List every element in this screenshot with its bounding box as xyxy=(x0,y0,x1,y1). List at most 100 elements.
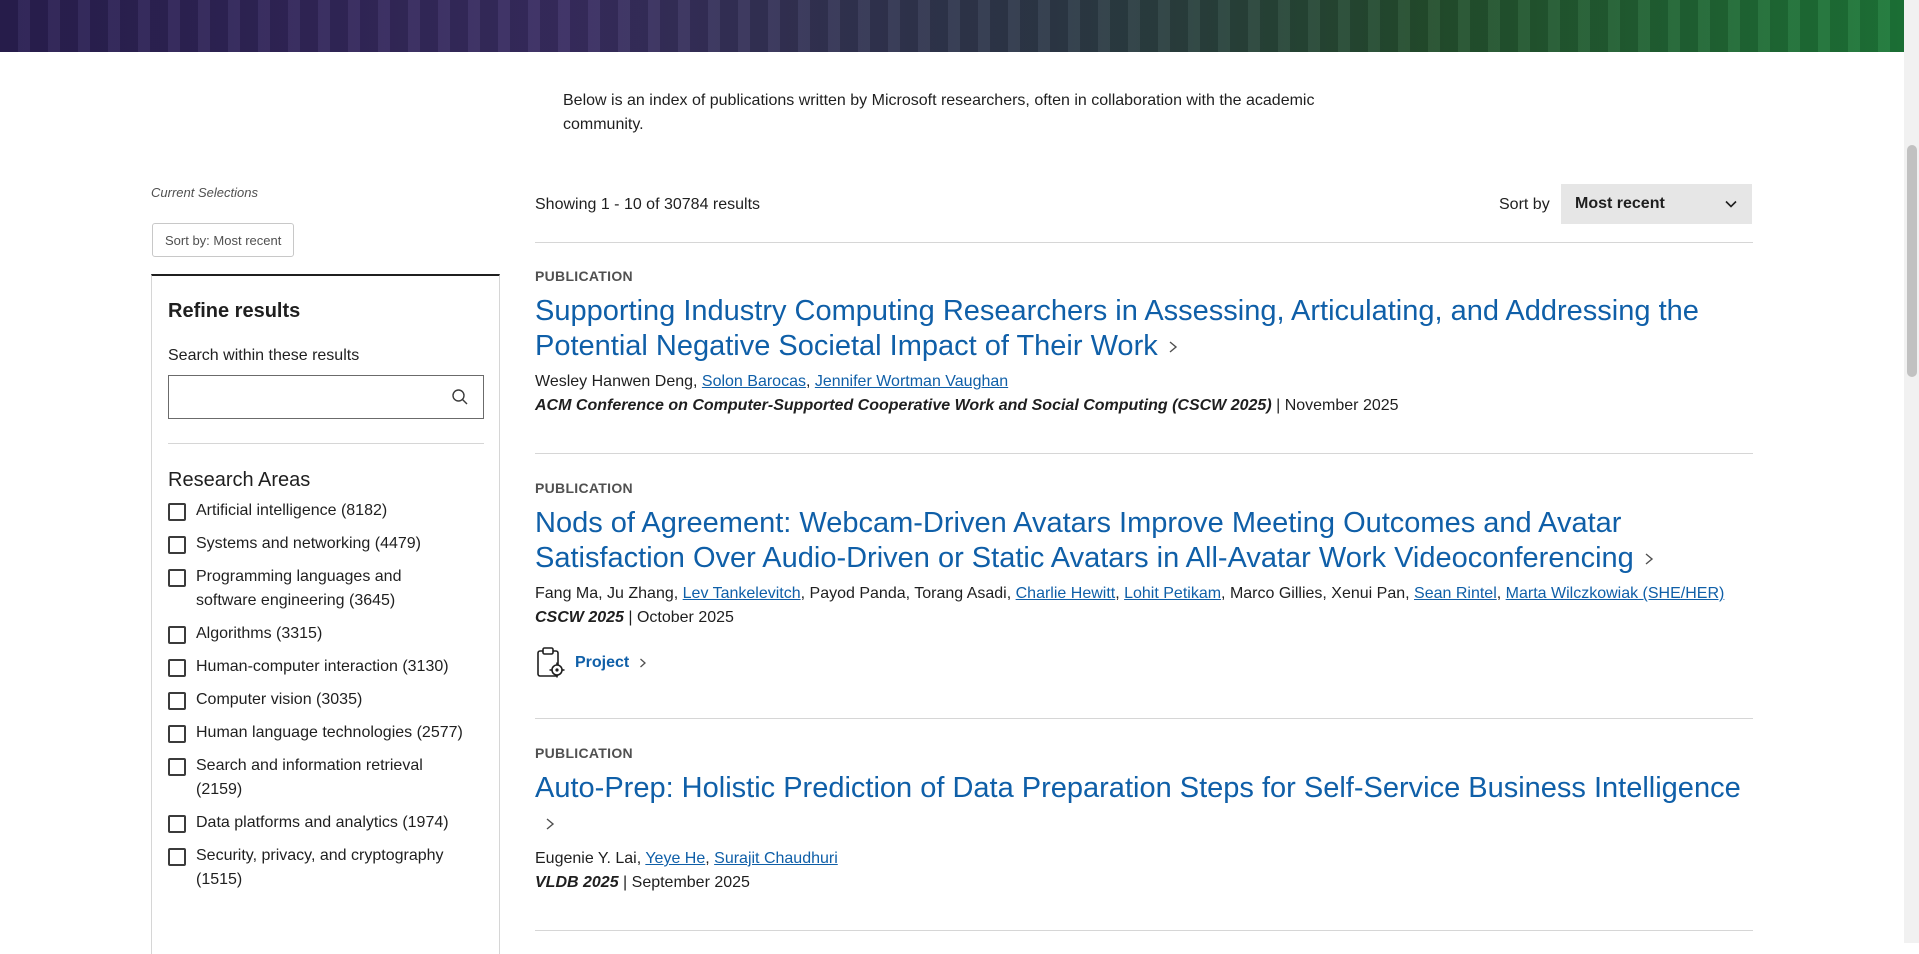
intro-line-1: Below is an index of publications writte… xyxy=(563,92,1315,109)
author-name: Marco Gillies xyxy=(1229,585,1323,602)
research-area-label[interactable]: Human-computer interaction (3130) xyxy=(196,655,466,679)
author-link[interactable]: Yeye He xyxy=(645,850,705,867)
search-within-box xyxy=(168,375,484,419)
checkbox[interactable] xyxy=(168,725,186,743)
publication-venue: CSCW 2025 xyxy=(535,609,624,626)
research-area-label[interactable]: Programming languages and software engin… xyxy=(196,565,466,613)
author-link[interactable]: Solon Barocas xyxy=(702,373,806,390)
author-link[interactable]: Surajit Chaudhuri xyxy=(714,850,838,867)
research-areas-title: Research Areas xyxy=(168,469,311,491)
publication-date: September 2025 xyxy=(631,874,750,891)
research-area-label[interactable]: Artificial intelligence (8182) xyxy=(196,499,466,523)
publication-title-link[interactable]: Auto-Prep: Holistic Prediction of Data P… xyxy=(535,771,1753,841)
project-clipboard-icon xyxy=(537,647,565,678)
publication-venue: ACM Conference on Computer-Supported Coo… xyxy=(535,397,1272,414)
publication-item: PUBLICATION Nods of Agreement: Webcam-Dr… xyxy=(535,480,1753,719)
research-areas-list: Artificial intelligence (8182) Systems an… xyxy=(168,502,483,892)
checkbox[interactable] xyxy=(168,848,186,866)
publication-title[interactable]: Supporting Industry Computing Researcher… xyxy=(535,295,1699,362)
publication-venue: VLDB 2025 xyxy=(535,874,619,891)
refine-results-panel: Refine results Search within these resul… xyxy=(151,274,500,954)
research-area-filter[interactable]: Algorithms (3315) xyxy=(168,625,483,646)
chevron-right-icon xyxy=(546,818,555,830)
panel-divider xyxy=(168,443,484,444)
research-area-filter[interactable]: Data platforms and analytics (1974) xyxy=(168,814,483,835)
publication-type: PUBLICATION xyxy=(535,268,633,284)
research-area-filter[interactable]: Programming languages and software engin… xyxy=(168,568,483,613)
checkbox[interactable] xyxy=(168,569,186,587)
current-selections-label: Current Selections xyxy=(151,185,258,200)
author-name: Torang Asadi xyxy=(914,585,1007,602)
publication-item: PUBLICATION Supporting Industry Computin… xyxy=(535,268,1753,454)
results-header: Showing 1 - 10 of 30784 results Sort by … xyxy=(535,184,1753,243)
checkbox[interactable] xyxy=(168,503,186,521)
research-area-filter[interactable]: Artificial intelligence (8182) xyxy=(168,502,483,523)
page-scrollbar[interactable] xyxy=(1904,0,1919,943)
publication-venue-line: CSCW 2025 | October 2025 xyxy=(535,609,734,626)
research-area-filter[interactable]: Human language technologies (2577) xyxy=(168,724,483,745)
research-area-label[interactable]: Human language technologies (2577) xyxy=(196,721,466,745)
publication-title[interactable]: Nods of Agreement: Webcam-Driven Avatars… xyxy=(535,507,1634,574)
author-link[interactable]: Sean Rintel xyxy=(1414,585,1497,602)
checkbox[interactable] xyxy=(168,659,186,677)
publication-authors: Fang Ma, Ju Zhang, Lev Tankelevitch, Pay… xyxy=(535,585,1725,602)
intro-text: Below is an index of publications writte… xyxy=(563,89,1363,137)
checkbox[interactable] xyxy=(168,626,186,644)
sort-selection-chip[interactable]: Sort by: Most recent xyxy=(152,223,295,257)
research-area-filter[interactable]: Computer vision (3035) xyxy=(168,691,483,712)
research-area-filter[interactable]: Security, privacy, and cryptography (151… xyxy=(168,847,483,892)
author-link[interactable]: Jennifer Wortman Vaughan xyxy=(815,373,1008,390)
search-icon[interactable] xyxy=(451,388,469,406)
checkbox[interactable] xyxy=(168,815,186,833)
author-name: Eugenie Y. Lai xyxy=(535,850,637,867)
author-name: Fang Ma xyxy=(535,585,599,602)
results-count: Showing 1 - 10 of 30784 results xyxy=(535,196,761,213)
publication-date: November 2025 xyxy=(1284,397,1399,414)
author-name: Wesley Hanwen Deng xyxy=(535,373,694,390)
intro-line-2: community. xyxy=(563,116,644,133)
checkbox[interactable] xyxy=(168,536,186,554)
publication-item: PUBLICATION Auto-Prep: Holistic Predicti… xyxy=(535,745,1753,931)
research-area-filter[interactable]: Human-computer interaction (3130) xyxy=(168,658,483,679)
sort-by-select[interactable]: Most recent xyxy=(1561,184,1752,224)
publication-title-link[interactable]: Nods of Agreement: Webcam-Driven Avatars… xyxy=(535,506,1753,576)
sort-by-label: Sort by xyxy=(1499,196,1550,213)
research-area-filter[interactable]: Search and information retrieval (2159) xyxy=(168,757,483,802)
chevron-right-icon xyxy=(1169,341,1177,353)
publication-venue-line: VLDB 2025 | September 2025 xyxy=(535,874,750,891)
research-area-label[interactable]: Security, privacy, and cryptography (151… xyxy=(196,844,466,892)
publication-type: PUBLICATION xyxy=(535,480,633,496)
research-area-label[interactable]: Data platforms and analytics (1974) xyxy=(196,811,466,835)
research-area-label[interactable]: Systems and networking (4479) xyxy=(196,532,466,556)
author-name: Payod Panda xyxy=(809,585,906,602)
search-within-input[interactable] xyxy=(169,376,459,416)
checkbox[interactable] xyxy=(168,758,186,776)
author-link[interactable]: Charlie Hewitt xyxy=(1016,585,1116,602)
author-name: Xenui Pan xyxy=(1331,585,1406,602)
author-link[interactable]: Lohit Petikam xyxy=(1124,585,1221,602)
author-link[interactable]: Lev Tankelevitch xyxy=(683,585,801,602)
checkbox[interactable] xyxy=(168,692,186,710)
research-area-label[interactable]: Search and information retrieval (2159) xyxy=(196,754,466,802)
publication-type: PUBLICATION xyxy=(535,745,633,761)
publication-title[interactable]: Auto-Prep: Holistic Prediction of Data P… xyxy=(535,772,1741,804)
chevron-right-icon xyxy=(1645,553,1653,565)
scrollbar-thumb[interactable] xyxy=(1907,145,1917,377)
research-area-filter[interactable]: Systems and networking (4479) xyxy=(168,535,483,556)
sort-by-value: Most recent xyxy=(1575,195,1665,212)
chevron-down-icon xyxy=(1725,200,1737,208)
research-area-label[interactable]: Computer vision (3035) xyxy=(196,688,466,712)
research-area-label[interactable]: Algorithms (3315) xyxy=(196,622,466,646)
refine-results-title: Refine results xyxy=(168,300,301,322)
publication-venue-line: ACM Conference on Computer-Supported Coo… xyxy=(535,397,1399,414)
publication-authors: Wesley Hanwen Deng, Solon Barocas, Jenni… xyxy=(535,373,1009,390)
hero-banner-image xyxy=(0,0,1904,52)
publication-authors: Eugenie Y. Lai, Yeye He, Surajit Chaudhu… xyxy=(535,850,838,867)
project-link[interactable]: Project xyxy=(535,646,1753,680)
project-link-label[interactable]: Project xyxy=(575,654,629,672)
publication-title-link[interactable]: Supporting Industry Computing Researcher… xyxy=(535,294,1753,364)
publication-date: October 2025 xyxy=(636,609,734,626)
chevron-right-icon xyxy=(640,658,647,668)
author-link[interactable]: Marta Wilczkowiak (SHE/HER) xyxy=(1506,585,1725,602)
search-within-label: Search within these results xyxy=(168,347,360,364)
